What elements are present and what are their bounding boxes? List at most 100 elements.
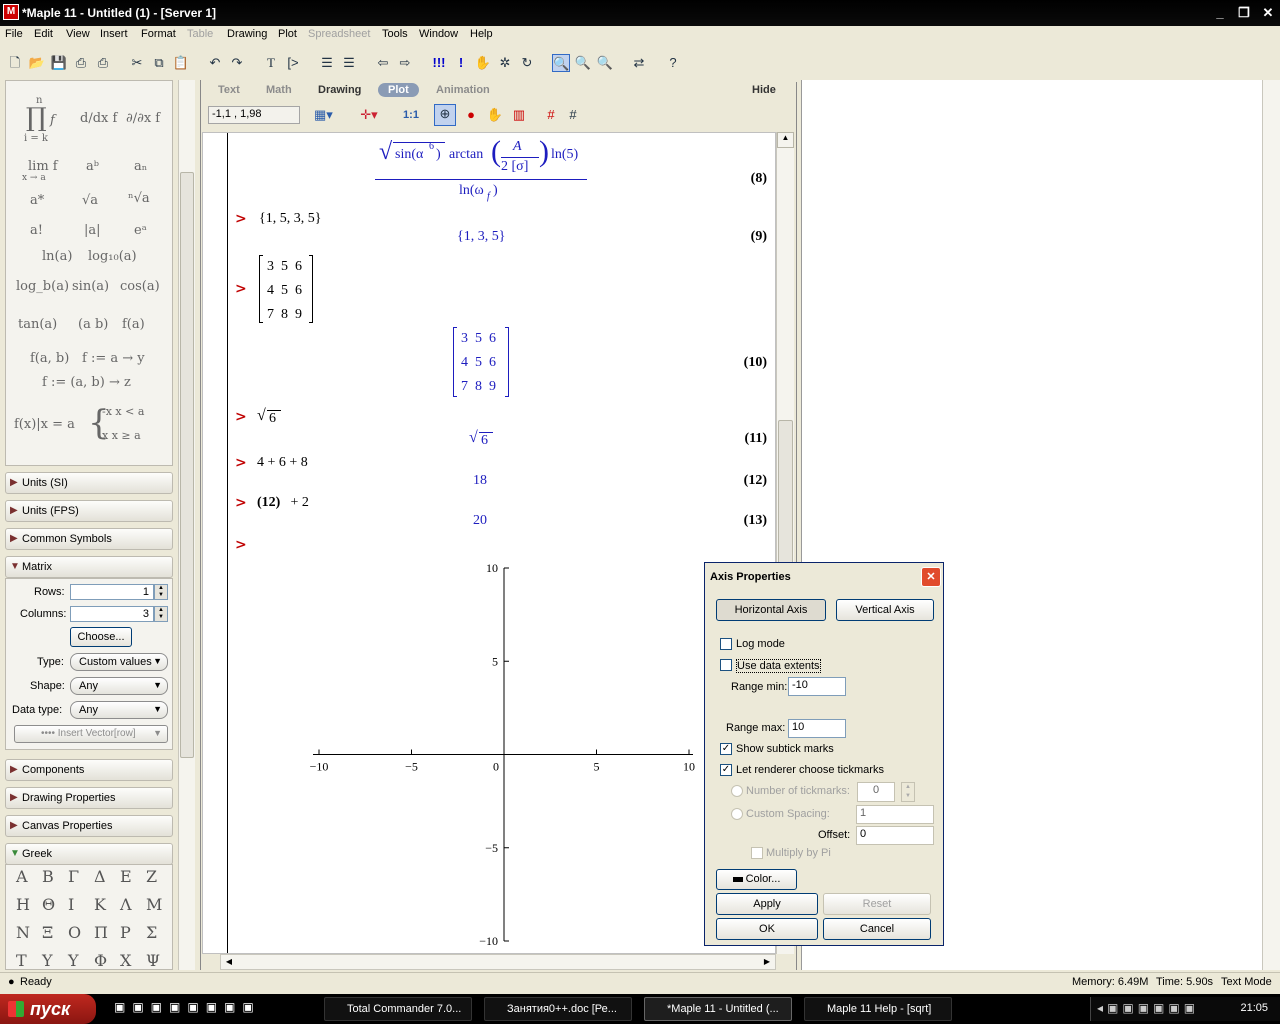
horizontal-axis-button[interactable]: Horizontal Axis	[716, 599, 826, 621]
greek-letter[interactable]: Ψ	[146, 951, 160, 969]
close-button[interactable]: ✕	[1258, 4, 1278, 22]
sqrt-symbol[interactable]: √a	[82, 193, 98, 208]
greek-letter[interactable]: Σ	[146, 923, 157, 942]
use-data-extents-checkbox[interactable]	[720, 659, 732, 671]
right-scrollbar[interactable]	[1262, 80, 1280, 970]
stop-icon[interactable]: ✋	[474, 54, 492, 72]
product-symbol[interactable]: ∏	[26, 103, 47, 133]
arrow-function-two-symbol[interactable]: f := (a, b) → z	[42, 375, 131, 390]
limit-symbol[interactable]: lim f	[28, 159, 58, 174]
execute-all-icon[interactable]: !!!	[430, 54, 448, 72]
star-symbol[interactable]: a*	[30, 193, 44, 208]
greek-letter[interactable]: Β	[42, 867, 54, 886]
greek-letter[interactable]: Λ	[120, 895, 132, 914]
redo-icon[interactable]: ↷	[228, 54, 246, 72]
left-collapse-icon[interactable]	[197, 80, 201, 970]
palette-matrix[interactable]: ▼ Matrix	[5, 556, 173, 578]
save-icon[interactable]: 💾	[50, 54, 68, 72]
palette-units-si[interactable]: ▶ Units (SI)	[5, 472, 173, 494]
vertical-axis-button[interactable]: Vertical Axis	[836, 599, 934, 621]
axis-style-icon[interactable]: ✛▾	[360, 106, 378, 124]
ok-button[interactable]: OK	[716, 918, 818, 940]
arrow-function-symbol[interactable]: f := a → y	[82, 351, 145, 366]
palette-scroll-thumb[interactable]	[180, 172, 194, 758]
greek-letter[interactable]: Υ	[42, 951, 53, 969]
offset-input[interactable]: 0	[856, 826, 934, 845]
tab-text[interactable]: Text	[218, 84, 240, 96]
type-select[interactable]: Custom values	[70, 653, 168, 671]
help-icon[interactable]: ?	[664, 54, 682, 72]
horizontal-scrollbar[interactable]: ◀ ▶	[220, 954, 776, 970]
input-11[interactable]: 6	[269, 411, 276, 427]
factorial-symbol[interactable]: a!	[30, 223, 43, 238]
greek-letter[interactable]: Μ	[146, 895, 162, 914]
palette-components[interactable]: ▶ Components	[5, 759, 173, 781]
rows-spinner[interactable]: ▲ ▼	[154, 584, 168, 600]
restart-icon[interactable]: ↻	[518, 54, 536, 72]
text-icon[interactable]: T	[262, 54, 280, 72]
greek-letter[interactable]: Κ	[94, 895, 106, 914]
minimize-button[interactable]: _	[1210, 4, 1230, 22]
prompt-icon[interactable]: [>	[284, 54, 302, 72]
menu-help[interactable]: Help	[470, 28, 493, 40]
menu-edit[interactable]: Edit	[34, 28, 53, 40]
greek-letter[interactable]: Τ	[16, 951, 27, 969]
cancel-button[interactable]: Cancel	[823, 918, 931, 940]
function-symbol[interactable]: f(a)	[122, 317, 145, 332]
function-two-args-symbol[interactable]: f(a, b)	[30, 351, 69, 366]
tray-icons[interactable]: ◂▣▣▣▣▣▣	[1097, 1001, 1199, 1015]
palette-scrollbar[interactable]	[178, 80, 195, 970]
task-maple-help[interactable]: Maple 11 Help - [sqrt]	[804, 997, 952, 1021]
menu-drawing[interactable]: Drawing	[227, 28, 267, 40]
indent-icon[interactable]: ☰	[318, 54, 336, 72]
custom-spacing-radio[interactable]	[731, 808, 743, 820]
greek-letter[interactable]: Ι	[68, 895, 74, 914]
ratio-button[interactable]: 1:1	[400, 106, 422, 124]
custom-spacing-input[interactable]: 1	[856, 805, 934, 824]
exp-symbol[interactable]: eᵃ	[134, 223, 147, 238]
plot-canvas[interactable]: −10 −5 0 5 10 10 5 −5 −10	[293, 553, 713, 953]
task-word-doc[interactable]: Занятия0++.doc [Ре...	[484, 997, 632, 1021]
abs-symbol[interactable]: |a|	[84, 223, 101, 238]
multiply-pi-checkbox[interactable]	[751, 847, 763, 859]
execute-icon[interactable]: !	[452, 54, 470, 72]
debug-icon[interactable]: ✲	[496, 54, 514, 72]
binomial-symbol[interactable]: (a b)	[78, 317, 108, 332]
shape-select[interactable]: Any	[70, 677, 168, 695]
reset-button[interactable]: Reset	[823, 893, 931, 915]
derivative-symbol[interactable]: d/dx f	[80, 111, 117, 126]
sin-symbol[interactable]: sin(a)	[72, 279, 109, 294]
forward-icon[interactable]: ⇨	[396, 54, 414, 72]
tab-animation[interactable]: Animation	[436, 84, 490, 96]
task-total-commander[interactable]: Total Commander 7.0...	[324, 997, 472, 1021]
gridlines-all-icon[interactable]: #	[564, 106, 582, 124]
menu-spreadsheet[interactable]: Spreadsheet	[308, 28, 370, 40]
input-13-rest[interactable]: + 2	[287, 495, 309, 511]
show-subtick-checkbox[interactable]: ✓	[720, 743, 732, 755]
worksheet-scroll-thumb[interactable]	[778, 420, 793, 580]
input-13-ref[interactable]: (12)	[257, 495, 280, 511]
greek-letter[interactable]: Ξ	[42, 923, 53, 942]
input-12[interactable]: 4 + 6 + 8	[257, 455, 308, 471]
copy-icon[interactable]: ⧉	[150, 54, 168, 72]
greek-letter[interactable]: Ρ	[120, 923, 131, 942]
greek-letter[interactable]: Δ	[94, 867, 106, 886]
datatype-select[interactable]: Any	[70, 701, 168, 719]
greek-letter[interactable]: Γ	[68, 867, 79, 886]
columns-input[interactable]: 3	[70, 606, 154, 622]
new-icon[interactable]: 🗋	[6, 54, 24, 72]
scroll-right-icon[interactable]: ▶	[759, 955, 775, 969]
matrix-input[interactable]: 356 456 789	[265, 257, 307, 323]
print-icon[interactable]: ⎙	[72, 54, 90, 72]
log-mode-checkbox[interactable]	[720, 638, 732, 650]
tab-math[interactable]: Math	[266, 84, 292, 96]
zoom-out-icon[interactable]: 🔍	[596, 54, 614, 72]
cut-icon[interactable]: ✂	[128, 54, 146, 72]
greek-letter[interactable]: Ο	[68, 923, 81, 942]
choose-button[interactable]: Choose...	[70, 627, 132, 647]
menu-table[interactable]: Table	[187, 28, 213, 40]
menu-tools[interactable]: Tools	[382, 28, 408, 40]
palette-drawing-properties[interactable]: ▶ Drawing Properties	[5, 787, 173, 809]
let-renderer-checkbox[interactable]: ✓	[720, 764, 732, 776]
num-tickmarks-input[interactable]: 0	[857, 782, 895, 802]
